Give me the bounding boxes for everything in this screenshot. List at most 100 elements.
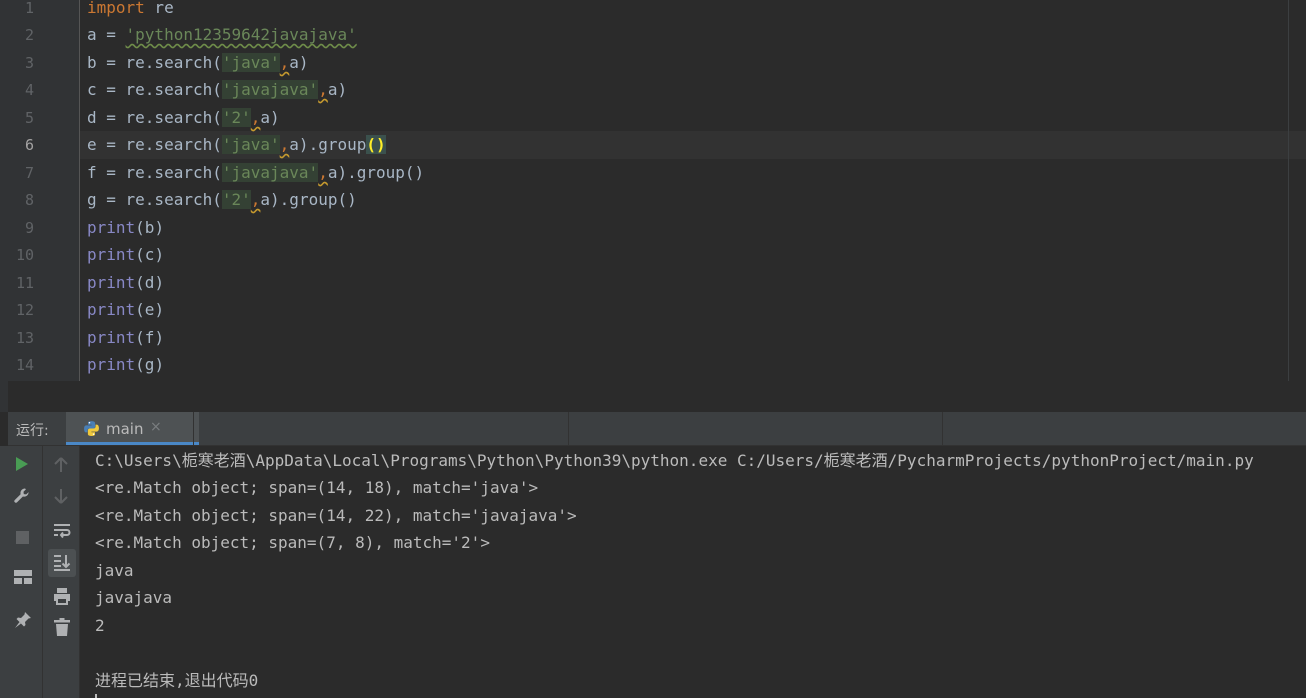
line-number: 10 [15,246,34,264]
run-tab-label: main [106,420,144,438]
keyword-token: import [87,0,145,17]
console-output-line: javajava [95,588,173,607]
code-text: d = re.search( [87,108,222,127]
code-text: e = re.search( [87,135,222,154]
up-arrow-icon[interactable] [51,455,71,475]
line-number: 7 [24,164,34,182]
header-divider [942,412,943,445]
console-output-line: <re.Match object; span=(14, 22), match='… [95,506,577,525]
line-number: 12 [15,301,34,319]
string-token: 'java' [221,53,280,72]
code-line[interactable]: a = 'python12359642javajava' [87,25,357,45]
code-text: c = re.search( [87,80,222,99]
run-toolbar-primary [0,446,42,698]
code-line[interactable]: print(c) [87,245,164,265]
console-cursor [95,694,97,698]
line-number: 8 [24,191,34,209]
code-text: a = [87,25,126,44]
right-margin-guide [1288,0,1289,381]
code-text: g = re.search( [87,190,222,209]
code-text: a) [289,53,309,72]
code-text: a) [260,108,280,127]
line-number: 2 [24,26,34,44]
stop-icon[interactable] [12,527,32,547]
string-token: 'java' [221,135,280,154]
comma-token: , [318,163,328,182]
line-number: 5 [24,109,34,127]
print-icon[interactable] [51,585,73,607]
run-toolbar-secondary [42,446,80,698]
code-editor[interactable]: 1 2 3 4 5 6 7 8 9 10 11 12 13 14 import … [0,0,1306,381]
builtin-token: print [87,328,136,347]
header-divider [568,412,569,445]
code-text: a).group [289,135,367,154]
editor-left-strip [0,0,8,381]
string-token: 'javajava' [221,80,319,99]
line-number-current: 6 [24,136,34,154]
rerun-icon[interactable] [12,454,32,474]
python-icon [84,421,99,436]
code-line[interactable]: import re [87,0,174,18]
builtin-token: print [87,245,136,264]
code-text: re [144,0,174,17]
close-icon[interactable]: × [150,419,162,435]
console-output-line: java [95,561,134,580]
code-line[interactable]: g = re.search('2',a).group() [87,190,357,210]
comma-token: , [279,135,290,154]
line-number: 14 [15,356,34,374]
run-tab-main[interactable]: main × [66,412,199,445]
code-text: (c) [135,245,165,264]
soft-wrap-icon[interactable] [51,520,73,542]
run-panel-label: 运行: [16,423,49,439]
wrench-icon[interactable] [12,486,32,506]
code-text: a) [327,80,348,99]
run-panel-body: C:\Users\栀寒老酒\AppData\Local\Programs\Pyt… [0,446,1306,698]
code-line[interactable]: print(d) [87,273,164,293]
code-text: a).group() [260,190,357,209]
builtin-token: print [87,300,136,319]
comma-token: , [279,53,290,72]
builtin-token: print [87,355,136,374]
console-output-line: <re.Match object; span=(14, 18), match='… [95,478,539,497]
line-number: 4 [24,81,34,99]
code-text: f = re.search( [87,163,222,182]
console-exit-message: 进程已结束,退出代码0 [95,671,259,690]
code-text: (d) [135,273,165,292]
code-line[interactable]: b = re.search('java',a) [87,53,309,73]
comma-token: , [250,190,261,209]
pin-icon[interactable] [12,609,34,631]
code-line[interactable]: print(g) [87,355,164,375]
layout-icon[interactable] [12,567,34,587]
code-line[interactable]: f = re.search('javajava',a).group() [87,163,424,183]
run-panel-header: 运行: main × [8,412,1306,446]
code-line[interactable]: d = re.search('2',a) [87,108,280,128]
trash-icon[interactable] [51,616,73,638]
gutter-separator [79,0,80,381]
scroll-to-end-icon[interactable] [48,549,76,577]
string-token: 'javajava' [221,163,319,182]
string-token: 'python12359642javajava' [125,25,357,44]
header-divider [193,412,194,445]
matched-brace: () [366,135,386,154]
console-output-line: <re.Match object; span=(7, 8), match='2'… [95,533,490,552]
down-arrow-icon[interactable] [51,486,71,506]
code-line[interactable]: c = re.search('javajava',a) [87,80,347,100]
code-line[interactable]: print(b) [87,218,164,238]
code-text: b = re.search( [87,53,222,72]
code-line[interactable]: print(f) [87,328,164,348]
comma-token: , [318,80,328,99]
code-text: (f) [135,328,165,347]
comma-token: , [250,108,261,127]
line-number: 13 [15,329,34,347]
editor-bottom-gutter [0,381,8,412]
string-token: '2' [221,108,251,127]
code-line[interactable]: print(e) [87,300,164,320]
line-number: 3 [24,54,34,72]
code-text: (b) [135,218,165,237]
builtin-token: print [87,218,136,237]
line-number: 11 [15,274,34,292]
code-text: a).group() [327,163,425,182]
code-line-current[interactable]: e = re.search('java',a).group() [87,135,386,155]
builtin-token: print [87,273,136,292]
console-output-line: 2 [95,616,105,635]
